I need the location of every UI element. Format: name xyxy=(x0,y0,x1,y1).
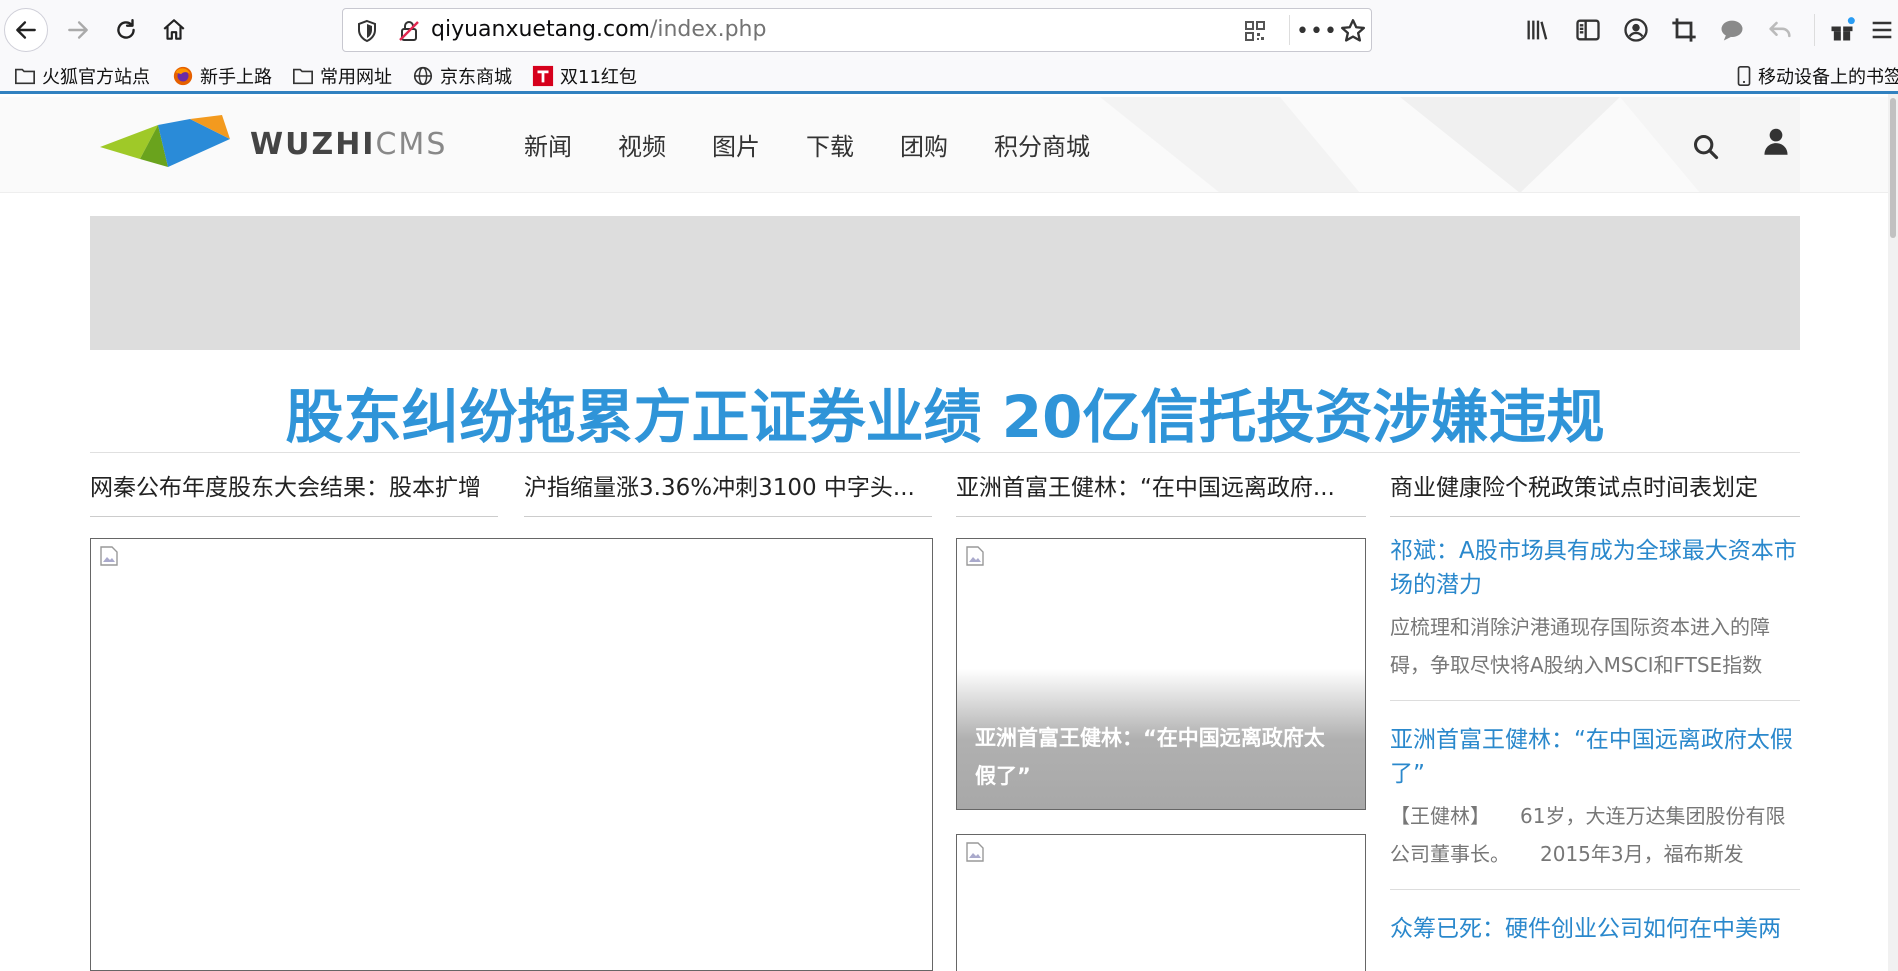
browser-toolbar: qiyuanxuetang.com/index.php ••• xyxy=(0,0,1898,60)
broken-image-icon xyxy=(966,546,984,566)
library-icon[interactable] xyxy=(1524,16,1552,44)
urlbar-separator xyxy=(1289,15,1290,45)
bookmark-common-sites[interactable]: 常用网址 xyxy=(292,63,392,89)
tracking-shield-icon[interactable] xyxy=(355,19,379,43)
bookmark-getting-started[interactable]: 新手上路 xyxy=(172,63,272,89)
bookmark-label: 京东商城 xyxy=(440,67,512,88)
bookmarks-toolbar: 火狐官方站点 新手上路 常用网址 京东商城 双11红包 移动设备上的书签 xyxy=(0,60,1898,94)
url-domain: qiyuanxuetang.com xyxy=(431,17,650,42)
main-feature-image[interactable] xyxy=(90,538,933,971)
tmall-icon xyxy=(532,65,554,87)
scrollbar-thumb[interactable] xyxy=(1890,98,1896,238)
logo-text[interactable]: WUZHICMS xyxy=(250,127,447,162)
insecure-lock-icon[interactable] xyxy=(397,19,421,43)
home-button[interactable] xyxy=(152,8,196,52)
bookmark-label: 火狐官方站点 xyxy=(42,67,150,88)
toolbar-separator xyxy=(1814,14,1815,46)
forward-button[interactable] xyxy=(56,8,100,52)
chat-bubble-icon[interactable] xyxy=(1718,16,1746,44)
home-icon xyxy=(163,19,185,40)
phone-icon xyxy=(1737,66,1751,86)
broken-image-icon xyxy=(966,842,984,862)
sub-headline-link[interactable]: 网秦公布年度股东大会结果：股本扩增 xyxy=(90,468,498,517)
bookmark-star-icon[interactable] xyxy=(1339,17,1367,45)
search-icon[interactable] xyxy=(1692,133,1720,161)
sub-headline-link[interactable]: 亚洲首富王健林：“在中国远离政府... xyxy=(956,468,1366,517)
user-icon[interactable] xyxy=(1762,127,1790,157)
reload-icon xyxy=(117,19,135,39)
address-bar[interactable]: qiyuanxuetang.com/index.php ••• xyxy=(342,8,1372,52)
back-button[interactable] xyxy=(4,8,48,52)
tertiary-feature-image[interactable] xyxy=(956,834,1366,971)
bookmark-firefox-official[interactable]: 火狐官方站点 xyxy=(14,63,150,89)
url-path: /index.php xyxy=(649,17,767,42)
folder-icon xyxy=(293,68,313,85)
news-title-link[interactable]: 众筹已死：硬件创业公司如何在中美两 xyxy=(1390,912,1800,946)
bookmark-label: 移动设备上的书签 xyxy=(1758,67,1898,88)
bookmark-double11[interactable]: 双11红包 xyxy=(532,63,637,89)
main-nav: 新闻 视频 图片 下载 团购 积分商城 xyxy=(524,127,1136,162)
wuzhicms-logo[interactable] xyxy=(100,115,230,171)
sidebar-news-list: 祁斌：A股市场具有成为全球最大资本市场的潜力 应梳理和消除沪港通现存国际资本进入… xyxy=(1390,534,1800,971)
arrow-right-icon xyxy=(68,21,88,39)
account-icon[interactable] xyxy=(1622,16,1650,44)
nav-points-mall[interactable]: 积分商城 xyxy=(994,127,1090,162)
bookmark-label: 双11红包 xyxy=(560,67,637,88)
hamburger-menu-icon[interactable] xyxy=(1868,16,1896,44)
reload-button[interactable] xyxy=(104,8,148,52)
nav-news[interactable]: 新闻 xyxy=(524,127,572,162)
feature-caption[interactable]: 亚洲首富王健林：“在中国远离政府太假了” xyxy=(975,719,1345,795)
news-summary: 【王健林】 61岁，大连万达集团股份有限公司董事长。 2015年3月，福布斯发 xyxy=(1390,804,1786,866)
broken-image-icon xyxy=(100,546,118,566)
mobile-bookmarks[interactable]: 移动设备上的书签 xyxy=(1736,63,1898,89)
secondary-feature-image[interactable]: 亚洲首富王健林：“在中国远离政府太假了” xyxy=(956,538,1366,810)
screenshot-crop-icon[interactable] xyxy=(1670,16,1698,44)
nav-groupbuy[interactable]: 团购 xyxy=(900,127,948,162)
sub-headline-link[interactable]: 沪指缩量涨3.36%冲刺3100 中字头... xyxy=(524,468,932,517)
ad-banner-placeholder[interactable] xyxy=(90,216,1800,350)
news-title-link[interactable]: 亚洲首富王健林：“在中国远离政府太假了” xyxy=(1390,723,1800,791)
page-actions-menu[interactable]: ••• xyxy=(1295,15,1339,47)
bookmark-label: 新手上路 xyxy=(200,67,272,88)
undo-arrow-icon[interactable] xyxy=(1766,16,1794,44)
sub-headline-link[interactable]: 商业健康险个税政策试点时间表划定 xyxy=(1390,468,1800,517)
gift-extension-icon[interactable] xyxy=(1828,16,1856,44)
top-headline[interactable]: 股东纠纷拖累方正证券业绩 20亿信托投资涉嫌违规 xyxy=(90,370,1800,454)
nav-download[interactable]: 下载 xyxy=(806,127,854,162)
nav-pictures[interactable]: 图片 xyxy=(712,127,760,162)
firefox-icon xyxy=(173,66,193,86)
sidebar-toggle-icon[interactable] xyxy=(1574,16,1602,44)
logo-accent: CMS xyxy=(375,127,448,162)
qr-code-icon[interactable] xyxy=(1243,19,1267,43)
headline-divider xyxy=(90,452,1800,453)
globe-icon xyxy=(413,66,433,86)
news-summary: 应梳理和消除沪港通现存国际资本进入的障碍，争取尽快将A股纳入MSCI和FTSE指… xyxy=(1390,615,1770,677)
site-header: WUZHICMS 新闻 视频 图片 下载 团购 积分商城 xyxy=(0,97,1888,193)
arrow-left-icon xyxy=(16,21,36,39)
list-item: 亚洲首富王健林：“在中国远离政府太假了” 【王健林】 61岁，大连万达集团股份有… xyxy=(1390,723,1800,890)
bookmark-label: 常用网址 xyxy=(320,67,392,88)
nav-video[interactable]: 视频 xyxy=(618,127,666,162)
url-text[interactable]: qiyuanxuetang.com/index.php xyxy=(431,17,766,42)
bookmark-jd[interactable]: 京东商城 xyxy=(412,63,512,89)
news-title-link[interactable]: 祁斌：A股市场具有成为全球最大资本市场的潜力 xyxy=(1390,534,1800,602)
list-item: 祁斌：A股市场具有成为全球最大资本市场的潜力 应梳理和消除沪港通现存国际资本进入… xyxy=(1390,534,1800,701)
list-item: 众筹已死：硬件创业公司如何在中美两 xyxy=(1390,912,1800,962)
folder-icon xyxy=(15,68,35,85)
logo-main: WUZHI xyxy=(250,127,376,162)
